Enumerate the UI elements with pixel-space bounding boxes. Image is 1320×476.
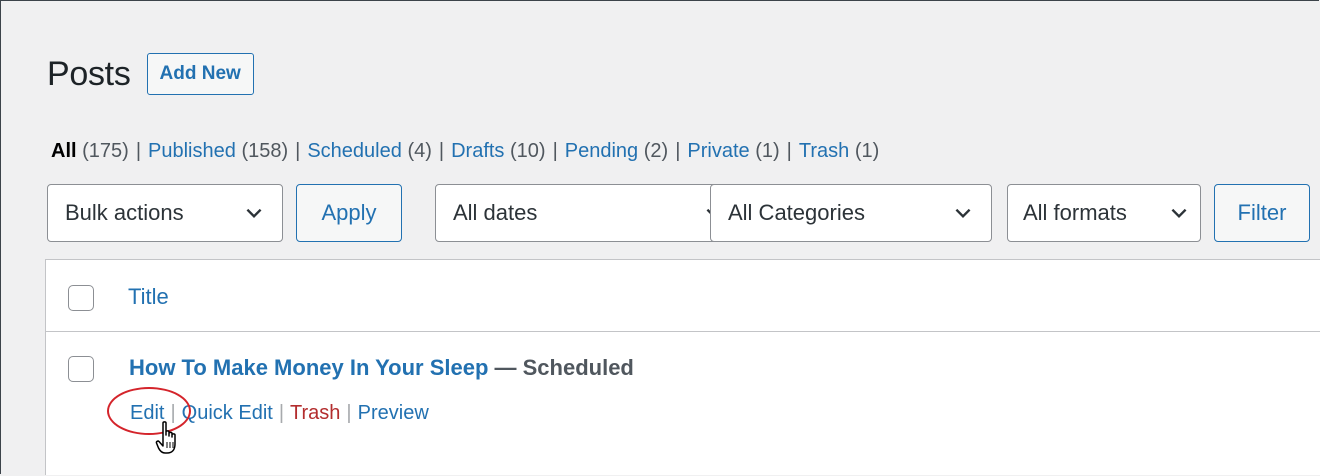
row-checkbox[interactable]: [68, 356, 94, 382]
chevron-down-icon: [955, 208, 971, 219]
separator: |: [438, 140, 445, 162]
quick-edit-link[interactable]: Quick Edit: [182, 402, 273, 424]
post-title-link[interactable]: How To Make Money In Your Sleep: [129, 355, 488, 380]
table-header: Title: [46, 260, 1320, 332]
add-new-button[interactable]: Add New: [146, 53, 254, 95]
separator: |: [552, 140, 558, 162]
separator: |: [295, 140, 301, 162]
dates-select[interactable]: All dates: [435, 184, 743, 242]
dates-value: All dates: [453, 200, 538, 225]
view-private[interactable]: Private (1): [687, 140, 779, 162]
trash-link[interactable]: Trash: [290, 402, 340, 424]
posts-table: Title How To Make Money In Your Sleep — …: [45, 259, 1320, 475]
page-header: Posts Add New: [47, 53, 254, 95]
formats-select[interactable]: All formats: [1007, 184, 1201, 242]
view-drafts[interactable]: Drafts (10): [451, 140, 545, 162]
separator: |: [278, 402, 285, 424]
apply-button[interactable]: Apply: [296, 184, 402, 242]
filter-button[interactable]: Filter: [1214, 184, 1310, 242]
chevron-down-icon: [246, 208, 262, 219]
categories-value: All Categories: [728, 200, 865, 225]
select-all-checkbox[interactable]: [68, 285, 94, 311]
separator: |: [346, 402, 352, 424]
column-title-header[interactable]: Title: [128, 284, 169, 310]
view-trash[interactable]: Trash (1): [799, 140, 879, 162]
preview-link[interactable]: Preview: [358, 402, 429, 424]
hand-pointer-icon: [155, 421, 176, 454]
chevron-down-icon: [1171, 208, 1187, 219]
bulk-actions-select[interactable]: Bulk actions: [47, 184, 283, 242]
separator: |: [135, 140, 142, 162]
formats-value: All formats: [1023, 200, 1127, 225]
post-title-cell: How To Make Money In Your Sleep — Schedu…: [129, 355, 634, 381]
view-scheduled[interactable]: Scheduled (4): [307, 140, 432, 162]
bulk-actions-value: Bulk actions: [65, 200, 184, 225]
categories-select[interactable]: All Categories: [710, 184, 992, 242]
separator: |: [675, 140, 681, 162]
post-status-filter-links: All (175) | Published (158) | Scheduled (4) |…: [51, 140, 879, 163]
post-state: — Scheduled: [494, 355, 634, 380]
separator: |: [786, 140, 792, 162]
view-pending[interactable]: Pending (2): [565, 140, 668, 162]
table-row: How To Make Money In Your Sleep — Schedu…: [46, 332, 1320, 476]
page-title: Posts: [47, 54, 131, 93]
view-all[interactable]: All (175): [51, 140, 129, 162]
view-published[interactable]: Published (158): [148, 140, 288, 162]
